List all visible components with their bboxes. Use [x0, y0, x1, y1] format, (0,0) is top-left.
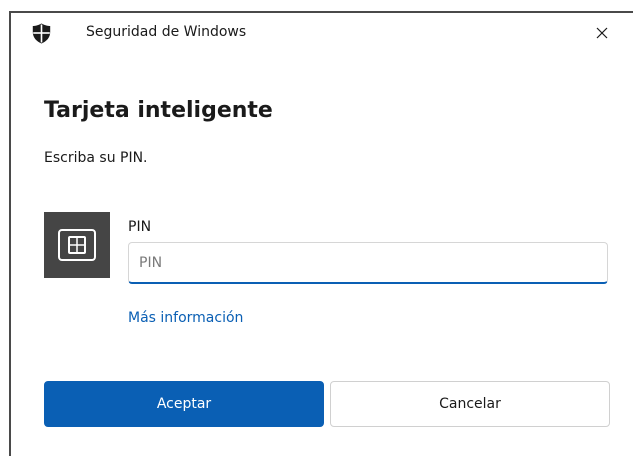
smart-card-tile — [44, 212, 110, 278]
pin-input[interactable] — [128, 242, 608, 284]
window-title: Seguridad de Windows — [86, 24, 247, 40]
instruction-text: Escriba su PIN. — [44, 150, 148, 166]
cancel-button-label: Cancelar — [439, 396, 501, 412]
window-border-left — [9, 11, 11, 456]
accept-button[interactable]: Aceptar — [44, 381, 324, 427]
smart-card-icon — [58, 229, 96, 261]
window-border-top — [9, 11, 633, 13]
close-icon[interactable] — [592, 23, 612, 43]
pin-label: PIN — [128, 219, 152, 235]
more-info-link[interactable]: Más información — [128, 310, 243, 326]
accept-button-label: Aceptar — [156, 396, 212, 412]
dialog-heading: Tarjeta inteligente — [44, 98, 273, 123]
shield-icon — [32, 23, 51, 44]
dialog-window: Seguridad de Windows Tarjeta inteligente… — [0, 0, 633, 456]
cancel-button[interactable]: Cancelar — [330, 381, 610, 427]
